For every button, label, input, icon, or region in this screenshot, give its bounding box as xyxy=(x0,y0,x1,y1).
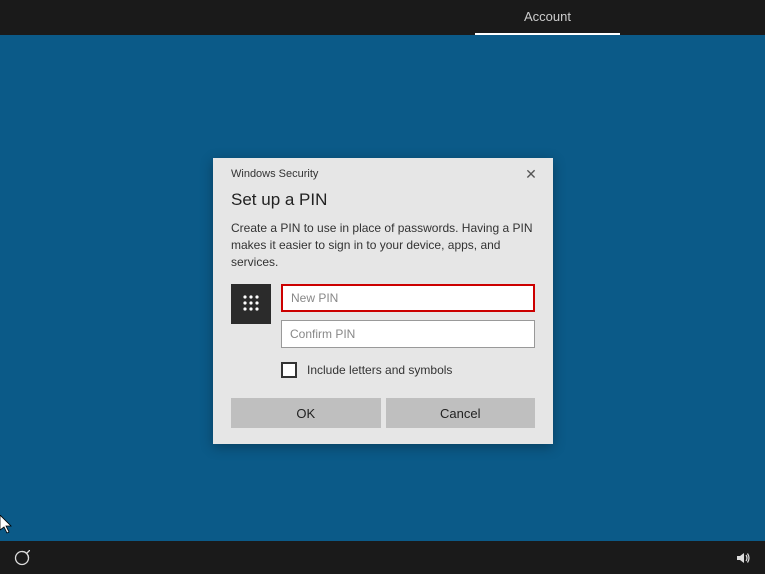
volume-icon[interactable] xyxy=(735,550,751,566)
tab-account[interactable]: Account xyxy=(475,0,620,35)
pin-fields xyxy=(281,284,535,348)
pin-setup-dialog: Windows Security ✕ Set up a PIN Create a… xyxy=(213,158,553,444)
taskbar-left xyxy=(14,550,30,566)
tab-account-label: Account xyxy=(524,9,571,24)
top-bar: Account xyxy=(0,0,765,35)
ok-button[interactable]: OK xyxy=(231,398,381,428)
close-icon: ✕ xyxy=(525,166,537,183)
dialog-description: Create a PIN to use in place of password… xyxy=(231,220,535,270)
dialog-body: Set up a PIN Create a PIN to use in plac… xyxy=(213,184,553,444)
dialog-button-row: OK Cancel xyxy=(231,398,535,428)
include-letters-checkbox[interactable] xyxy=(281,362,297,378)
include-letters-row: Include letters and symbols xyxy=(281,362,535,378)
desktop-area: Windows Security ✕ Set up a PIN Create a… xyxy=(0,35,765,541)
dialog-heading: Set up a PIN xyxy=(231,190,535,210)
close-button[interactable]: ✕ xyxy=(519,164,543,184)
taskbar xyxy=(0,541,765,574)
cancel-button[interactable]: Cancel xyxy=(386,398,536,428)
dialog-window-title: Windows Security xyxy=(231,168,318,180)
include-letters-label: Include letters and symbols xyxy=(307,363,452,377)
pin-input-row xyxy=(231,284,535,348)
ease-of-access-icon[interactable] xyxy=(14,550,30,566)
taskbar-right xyxy=(735,550,751,566)
confirm-pin-input[interactable] xyxy=(281,320,535,348)
new-pin-input[interactable] xyxy=(281,284,535,312)
dialog-header: Windows Security ✕ xyxy=(213,158,553,184)
keypad-icon xyxy=(231,284,271,324)
